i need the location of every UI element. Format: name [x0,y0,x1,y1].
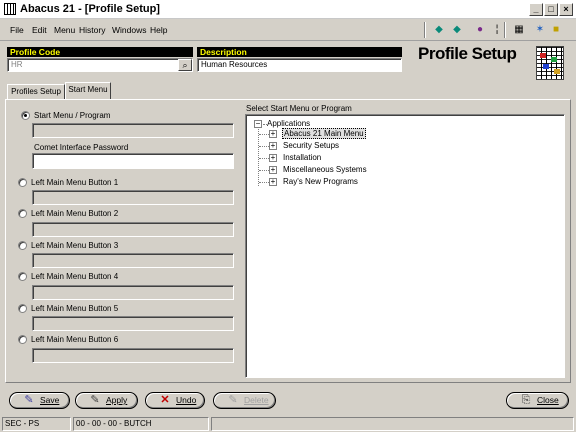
left-menu-button-3-label: Left Main Menu Button 3 [31,241,119,250]
toolbar-separator [424,22,426,38]
profile-code-field[interactable]: HR [7,58,193,72]
apply-button[interactable]: ✎ Apply [75,392,138,409]
close-button[interactable]: ⎘ Close [506,392,569,409]
tree-item-abacus-main-menu[interactable]: Abacus 21 Main Menu [282,128,366,139]
undo-x-icon: ✕ [160,394,170,406]
app-icon [4,3,16,15]
left-menu-button-1-label: Left Main Menu Button 1 [31,178,119,187]
run-icon[interactable]: ✶ [533,23,547,37]
left-menu-button-6-label: Left Main Menu Button 6 [31,335,119,344]
description-label: Description [197,47,402,57]
tab-profiles-setup[interactable]: Profiles Setup [7,84,65,100]
expand-icon[interactable]: + [269,166,277,174]
tree-item-rays-new-programs[interactable]: Ray's New Programs [282,177,359,186]
toolbar-separator [504,22,506,38]
calculator-icon[interactable]: ▦ [512,23,526,37]
maximize-button[interactable]: □ [544,3,558,16]
window-title: Abacus 21 - [Profile Setup] [20,3,160,15]
left-menu-button-6-radio[interactable] [18,335,27,344]
description-field[interactable]: Human Resources [197,58,402,72]
expand-icon[interactable]: + [269,154,277,162]
menu-menu[interactable]: Menu [54,25,75,35]
collapse-icon[interactable]: − [254,120,262,128]
left-menu-button-1-field[interactable] [32,190,234,205]
expand-icon[interactable]: + [269,130,277,138]
tree-label: Select Start Menu or Program [246,104,352,113]
tree-item-security-setups[interactable]: Security Setups [282,141,340,150]
bookmark-icon[interactable]: ● [473,23,487,37]
status-message [211,417,574,431]
close-window-button[interactable]: × [559,3,573,16]
password-label: Comet Interface Password [34,143,129,152]
tree-root-applications[interactable]: Applications [266,119,311,128]
profile-code-label: Profile Code [7,47,193,57]
left-menu-button-4-radio[interactable] [18,272,27,281]
apply-icon: ✎ [90,394,100,406]
title-bar: Abacus 21 - [Profile Setup] _ □ × [0,0,576,19]
tree-item-installation[interactable]: Installation [282,153,322,162]
start-menu-program-field[interactable] [32,123,234,138]
start-menu-program-radio[interactable] [21,111,30,120]
left-menu-button-2-radio[interactable] [18,209,27,218]
left-menu-button-4-field[interactable] [32,285,234,300]
start-menu-program-label: Start Menu / Program [34,111,111,120]
menu-file[interactable]: File [10,25,24,35]
status-user: 00 - 00 - 00 - BUTCH [73,417,209,431]
tab-start-menu[interactable]: Start Menu [65,82,111,100]
menu-edit[interactable]: Edit [32,25,47,35]
left-menu-button-4-label: Left Main Menu Button 4 [31,272,119,281]
left-menu-button-3-field[interactable] [32,253,234,268]
page-title: Profile Setup [418,44,517,63]
left-menu-button-2-field[interactable] [32,222,234,237]
status-security: SEC - PS [2,417,71,431]
left-menu-button-5-label: Left Main Menu Button 5 [31,304,119,313]
lookup-search-icon[interactable]: ⌕ [178,59,192,71]
expand-icon[interactable]: + [269,142,277,150]
left-menu-button-1-radio[interactable] [18,178,27,187]
delete-icon: ✎ [228,394,238,406]
minimize-button[interactable]: _ [529,3,543,16]
undo-button[interactable]: ✕ Undo [145,392,205,409]
left-menu-button-5-field[interactable] [32,316,234,331]
program-tree[interactable]: − Applications + Abacus 21 Main Menu + S… [245,114,565,378]
left-menu-button-5-radio[interactable] [18,304,27,313]
forward-arrow-icon[interactable]: ◆ [450,23,464,37]
delete-button[interactable]: ✎ Delete [213,392,276,409]
save-button[interactable]: ✎ Save [9,392,70,409]
expand-icon[interactable]: + [269,178,277,186]
tree-item-miscellaneous-systems[interactable]: Miscellaneous Systems [282,165,368,174]
menu-windows[interactable]: Windows [112,25,146,35]
back-arrow-icon[interactable]: ◆ [432,23,446,37]
save-icon: ✎ [24,394,34,406]
menu-bar: File Edit Menu History Windows Help ◆ ◆ … [0,19,576,41]
abacus-logo-icon [536,46,564,80]
comet-password-field[interactable] [32,153,234,169]
left-menu-button-2-label: Left Main Menu Button 2 [31,209,119,218]
settings-icon[interactable]: ■ [549,23,563,37]
tools-icon[interactable]: ¦ [490,23,504,37]
menu-history[interactable]: History [79,25,105,35]
menu-help[interactable]: Help [150,25,167,35]
left-menu-button-3-radio[interactable] [18,241,27,250]
exit-door-icon: ⎘ [521,394,531,406]
left-menu-button-6-field[interactable] [32,348,234,363]
